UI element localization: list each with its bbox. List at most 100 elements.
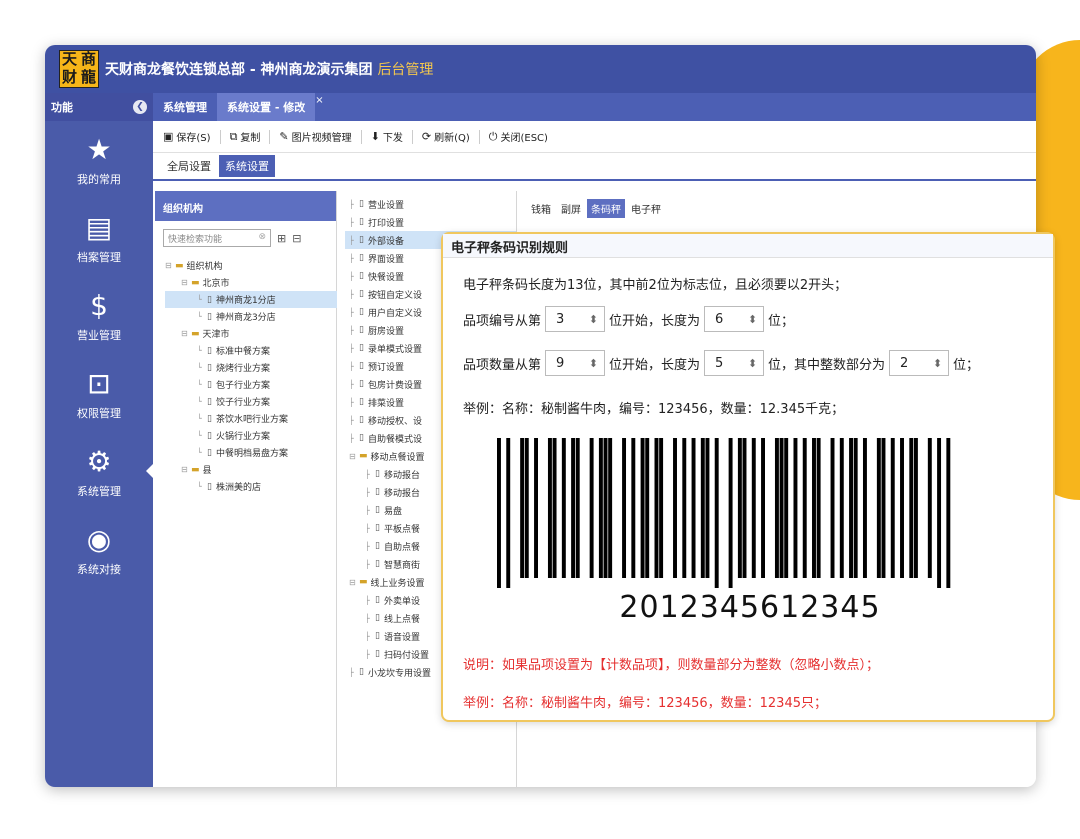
device-tab[interactable]: 副屏: [557, 199, 585, 218]
subtab-global-settings[interactable]: 全局设置: [161, 155, 217, 177]
org-tree-node[interactable]: ⊟ ▬ 组织机构: [165, 257, 337, 274]
settings-item-label: 打印设置: [367, 218, 404, 229]
org-tree-node[interactable]: └ ▯ 标准中餐方案: [165, 342, 337, 359]
tree-node-label: 标准中餐方案: [215, 347, 270, 357]
barcode-bar: [784, 438, 789, 578]
item-code-length-stepper[interactable]: 6 ⬍: [704, 306, 765, 332]
tree-node-label: 株洲美的店: [215, 483, 261, 493]
function-search-input[interactable]: 快速检索功能 ⊗: [163, 229, 271, 247]
barcode-bar: [603, 438, 608, 578]
settings-item-label: 移动报台: [383, 470, 420, 481]
nav-item[interactable]: ◉ 系统对接: [45, 511, 153, 589]
barcode-bar: [812, 438, 816, 578]
stepper-value: 2: [900, 355, 909, 371]
org-tree-node[interactable]: └ ▯ 包子行业方案: [165, 376, 337, 393]
quantity-integer-digits-stepper[interactable]: 2 ⬍: [889, 350, 950, 376]
permission-icon: ⊡: [87, 367, 111, 400]
toolbar-button[interactable]: ▣ 保存(S): [157, 127, 217, 146]
settings-category-item[interactable]: ├ ▯ 打印设置: [345, 213, 516, 231]
barcode-bar: [589, 438, 594, 578]
tab-system-management[interactable]: 系统管理: [153, 93, 217, 121]
toolbar-button[interactable]: ⧉ 复制: [224, 127, 267, 146]
toolbar-button[interactable]: ⟳ 刷新(Q): [416, 127, 476, 146]
file-icon: ▯: [375, 469, 380, 479]
file-icon: ▯: [375, 631, 380, 641]
file-icon: ▯: [359, 325, 364, 335]
nav-item[interactable]: ⚙ 系统管理: [45, 433, 153, 511]
tree-branch-icon: ├: [349, 379, 354, 389]
device-tab[interactable]: 电子秤: [627, 199, 665, 218]
barcode-bar: [561, 438, 566, 578]
org-tree-node[interactable]: ⊟ ▬ 天津市: [165, 325, 337, 342]
barcode-bar: [654, 438, 659, 578]
org-tree-node[interactable]: └ ▯ 株洲美的店: [165, 478, 337, 495]
tree-node-label: 天津市: [202, 330, 230, 340]
toolbar-button[interactable]: ⬇ 下发: [365, 127, 409, 146]
barcode-bar: [608, 438, 613, 578]
tab-system-settings-edit[interactable]: 系统设置 - 修改: [217, 93, 316, 121]
quantity-start-stepper[interactable]: 9 ⬍: [545, 350, 606, 376]
nav-item[interactable]: ★ 我的常用: [45, 121, 153, 199]
toolbar-button[interactable]: ⏻ 关闭(ESC): [483, 127, 554, 146]
org-tree-node[interactable]: ⊟ ▬ 县: [165, 461, 337, 478]
org-tree-node[interactable]: ⊟ ▬ 北京市: [165, 274, 337, 291]
barcode-bar: [631, 438, 636, 578]
barcode-bar: [552, 438, 557, 578]
org-tree-node[interactable]: └ ▯ 神州商龙3分店: [165, 308, 337, 325]
file-icon: ▯: [359, 289, 364, 299]
quantity-length-stepper[interactable]: 5 ⬍: [704, 350, 765, 376]
device-tab[interactable]: 条码秤: [587, 198, 625, 218]
stepper-arrows-icon[interactable]: ⬍: [933, 357, 942, 370]
tree-branch-icon: └: [197, 431, 202, 440]
toolbar-button[interactable]: ✎ 图片视频管理: [273, 127, 357, 146]
file-icon: ▯: [207, 413, 212, 424]
tree-branch-icon: ├: [349, 343, 354, 353]
tree-branch-icon: └: [197, 482, 202, 491]
settings-category-item[interactable]: ├ ▯ 营业设置: [345, 195, 516, 213]
text: 位开始，长度为: [609, 313, 701, 329]
stepper-arrows-icon[interactable]: ⬍: [748, 357, 757, 370]
collapse-all-icon[interactable]: ⊟: [292, 232, 301, 245]
tree-node-label: 中餐明档易盘方案: [215, 449, 288, 459]
logo-char: 龍: [80, 68, 96, 86]
item-code-start-stepper[interactable]: 3 ⬍: [545, 306, 606, 332]
clear-search-icon[interactable]: ⊗: [258, 232, 266, 242]
stepper-arrows-icon[interactable]: ⬍: [589, 313, 598, 326]
tree-branch-icon: ├: [365, 631, 370, 641]
logo-char: 商: [80, 50, 96, 68]
org-tree-node[interactable]: └ ▯ 神州商龙1分店: [165, 291, 337, 308]
tree-node-label: 烧烤行业方案: [215, 364, 270, 374]
expand-all-icon[interactable]: ⊞: [277, 232, 286, 245]
subtab-system-settings[interactable]: 系统设置: [219, 155, 275, 177]
toolbar-separator: [219, 129, 221, 144]
barcode-bar: [946, 438, 951, 588]
file-icon: ▯: [359, 433, 364, 443]
nav-item[interactable]: ⊡ 权限管理: [45, 355, 153, 433]
tab-close-icon[interactable]: ×: [315, 95, 323, 106]
tree-branch-icon: └: [197, 363, 202, 372]
collapse-icon[interactable]: ❮: [133, 100, 147, 114]
integer-note-text: 说明：如果品项设置为【计数品项】，则数量部分为整数（忽略小数点）；: [463, 658, 880, 673]
barcode-bar: [742, 438, 747, 578]
tree-branch-icon: ├: [349, 235, 354, 245]
tree-branch-icon: ├: [365, 469, 370, 479]
barcode-bar: [598, 438, 603, 578]
tab-label: 系统设置 - 修改: [227, 101, 306, 114]
tree-branch-icon: └: [197, 448, 202, 457]
tree-branch-icon: └: [197, 397, 202, 406]
org-tree-node[interactable]: └ ▯ 烧烤行业方案: [165, 359, 337, 376]
nav-item[interactable]: ▤ 档案管理: [45, 199, 153, 277]
barcode-bar: [830, 438, 835, 578]
tree-node-label: 组织机构: [186, 262, 223, 272]
org-tree-node[interactable]: └ ▯ 饺子行业方案: [165, 393, 337, 410]
stepper-arrows-icon[interactable]: ⬍: [748, 313, 757, 326]
org-tree-node[interactable]: └ ▯ 中餐明档易盘方案: [165, 444, 337, 461]
barcode-bar: [714, 438, 719, 588]
device-tab[interactable]: 钱箱: [527, 199, 555, 218]
org-tree-node[interactable]: └ ▯ 火锅行业方案: [165, 427, 337, 444]
org-tree-node[interactable]: └ ▯ 茶饮水吧行业方案: [165, 410, 337, 427]
title-bar: 天 商 财 龍 天财商龙餐饮连锁总部 - 神州商龙演示集团 后台管理: [45, 45, 1036, 93]
stepper-arrows-icon[interactable]: ⬍: [589, 357, 598, 370]
nav-item[interactable]: $ 营业管理: [45, 277, 153, 355]
file-icon: ▯: [375, 487, 380, 497]
